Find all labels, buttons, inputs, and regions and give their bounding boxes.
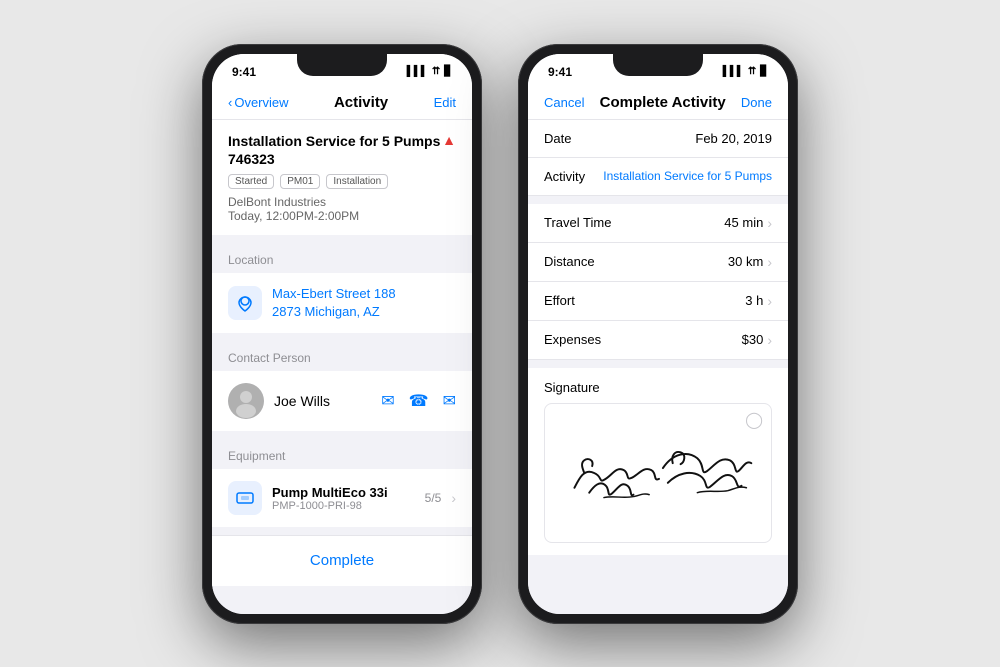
location-label: Location bbox=[212, 243, 472, 273]
complete-button-area: Complete bbox=[212, 535, 472, 586]
right-signal-icon: ▌▌▌ bbox=[723, 66, 744, 77]
left-nav-title: Activity bbox=[334, 94, 388, 111]
equipment-card[interactable]: Pump MultiEco 33i PMP-1000-PRI-98 5/5 › bbox=[212, 469, 472, 527]
right-wifi-icon: ⇈ bbox=[748, 66, 756, 77]
right-nav-title: Complete Activity bbox=[600, 94, 726, 111]
right-status-icons: ▌▌▌ ⇈ ▊ bbox=[723, 66, 768, 77]
message-icon[interactable]: ✉ bbox=[381, 391, 394, 411]
tag-installation: Installation bbox=[326, 174, 388, 189]
right-time: 9:41 bbox=[548, 65, 572, 79]
distance-label: Distance bbox=[544, 254, 595, 269]
signature-drawing bbox=[545, 404, 771, 542]
effort-row[interactable]: Effort 3 h › bbox=[528, 282, 788, 321]
signature-label: Signature bbox=[544, 380, 772, 395]
equipment-name: Pump MultiEco 33i bbox=[272, 485, 415, 500]
activity-field-value: Installation Service for 5 Pumps bbox=[603, 169, 772, 183]
address-line2[interactable]: 2873 Michigan, AZ bbox=[272, 303, 396, 321]
expenses-label: Expenses bbox=[544, 332, 601, 347]
right-nav-bar: Cancel Complete Activity Done bbox=[528, 86, 788, 120]
wifi-icon: ⇈ bbox=[432, 66, 440, 77]
expenses-row[interactable]: Expenses $30 › bbox=[528, 321, 788, 360]
complete-button[interactable]: Complete bbox=[228, 552, 456, 569]
activity-card: Installation Service for 5 Pumps 746323 … bbox=[212, 120, 472, 235]
done-button[interactable]: Done bbox=[741, 95, 772, 110]
equipment-count: 5/5 bbox=[425, 491, 442, 505]
equipment-info: Pump MultiEco 33i PMP-1000-PRI-98 bbox=[272, 485, 415, 512]
location-text: Max-Ebert Street 188 2873 Michigan, AZ bbox=[272, 285, 396, 321]
chevron-left-icon: ‹ bbox=[228, 95, 232, 110]
left-nav-bar: ‹ Overview Activity Edit bbox=[212, 86, 472, 120]
contact-actions: ✉ ☎ ✉ bbox=[381, 391, 456, 411]
left-time: 9:41 bbox=[232, 65, 256, 79]
divider1 bbox=[528, 196, 788, 204]
travel-time-row[interactable]: Travel Time 45 min › bbox=[528, 204, 788, 243]
address-line1[interactable]: Max-Ebert Street 188 bbox=[272, 285, 396, 303]
battery-icon: ▊ bbox=[444, 66, 452, 77]
tag-pm01: PM01 bbox=[280, 174, 320, 189]
left-phone: 9:41 ▌▌▌ ⇈ ▊ ‹ Overview Activity Edit bbox=[202, 44, 482, 624]
right-phone: 9:41 ▌▌▌ ⇈ ▊ Cancel Complete Activity Do… bbox=[518, 44, 798, 624]
phone-icon[interactable]: ☎ bbox=[409, 391, 429, 411]
distance-chevron-icon: › bbox=[767, 254, 772, 270]
distance-row[interactable]: Distance 30 km › bbox=[528, 243, 788, 282]
contact-label: Contact Person bbox=[212, 341, 472, 371]
contact-card: Joe Wills ✉ ☎ ✉ bbox=[212, 371, 472, 431]
equipment-label: Equipment bbox=[212, 439, 472, 469]
clear-signature-button[interactable]: ◯ bbox=[745, 410, 763, 430]
email-icon[interactable]: ✉ bbox=[443, 391, 456, 411]
activity-field-label: Activity bbox=[544, 169, 585, 184]
activity-row: Activity Installation Service for 5 Pump… bbox=[528, 158, 788, 196]
notch bbox=[297, 54, 387, 76]
right-screen-content: Date Feb 20, 2019 Activity Installation … bbox=[528, 120, 788, 614]
activity-title: Installation Service for 5 Pumps 746323 bbox=[228, 132, 440, 168]
signal-bars-icon: ▌▌▌ bbox=[407, 66, 428, 77]
travel-time-label: Travel Time bbox=[544, 215, 611, 230]
tags-row: Started PM01 Installation bbox=[228, 174, 456, 189]
alert-icon: ▲ bbox=[442, 132, 456, 148]
expenses-chevron-icon: › bbox=[767, 332, 772, 348]
travel-chevron-icon: › bbox=[767, 215, 772, 231]
company-name: DelBont Industries bbox=[228, 195, 456, 209]
equipment-id: PMP-1000-PRI-98 bbox=[272, 500, 415, 512]
travel-time-value: 45 min bbox=[724, 215, 763, 230]
contact-avatar bbox=[228, 383, 264, 419]
effort-value: 3 h bbox=[745, 293, 763, 308]
distance-value: 30 km bbox=[728, 254, 763, 269]
date-value: Feb 20, 2019 bbox=[695, 131, 772, 146]
back-button[interactable]: ‹ Overview bbox=[228, 95, 289, 110]
signature-section: Signature ◯ bbox=[528, 368, 788, 555]
activity-time: Today, 12:00PM-2:00PM bbox=[228, 209, 456, 223]
left-status-icons: ▌▌▌ ⇈ ▊ bbox=[407, 66, 452, 77]
effort-chevron-icon: › bbox=[767, 293, 772, 309]
divider2 bbox=[528, 360, 788, 368]
date-row: Date Feb 20, 2019 bbox=[528, 120, 788, 158]
equipment-chevron-icon: › bbox=[451, 490, 456, 506]
tag-started: Started bbox=[228, 174, 274, 189]
left-screen-content: Installation Service for 5 Pumps 746323 … bbox=[212, 120, 472, 614]
notch-right bbox=[613, 54, 703, 76]
right-battery-icon: ▊ bbox=[760, 66, 768, 77]
location-card[interactable]: Max-Ebert Street 188 2873 Michigan, AZ bbox=[212, 273, 472, 333]
location-map-icon bbox=[228, 286, 262, 320]
edit-button[interactable]: Edit bbox=[434, 95, 456, 110]
cancel-button[interactable]: Cancel bbox=[544, 95, 584, 110]
effort-label: Effort bbox=[544, 293, 575, 308]
expenses-value: $30 bbox=[742, 332, 764, 347]
date-label: Date bbox=[544, 131, 571, 146]
contact-name: Joe Wills bbox=[274, 393, 371, 409]
signature-box[interactable]: ◯ bbox=[544, 403, 772, 543]
equipment-icon bbox=[228, 481, 262, 515]
